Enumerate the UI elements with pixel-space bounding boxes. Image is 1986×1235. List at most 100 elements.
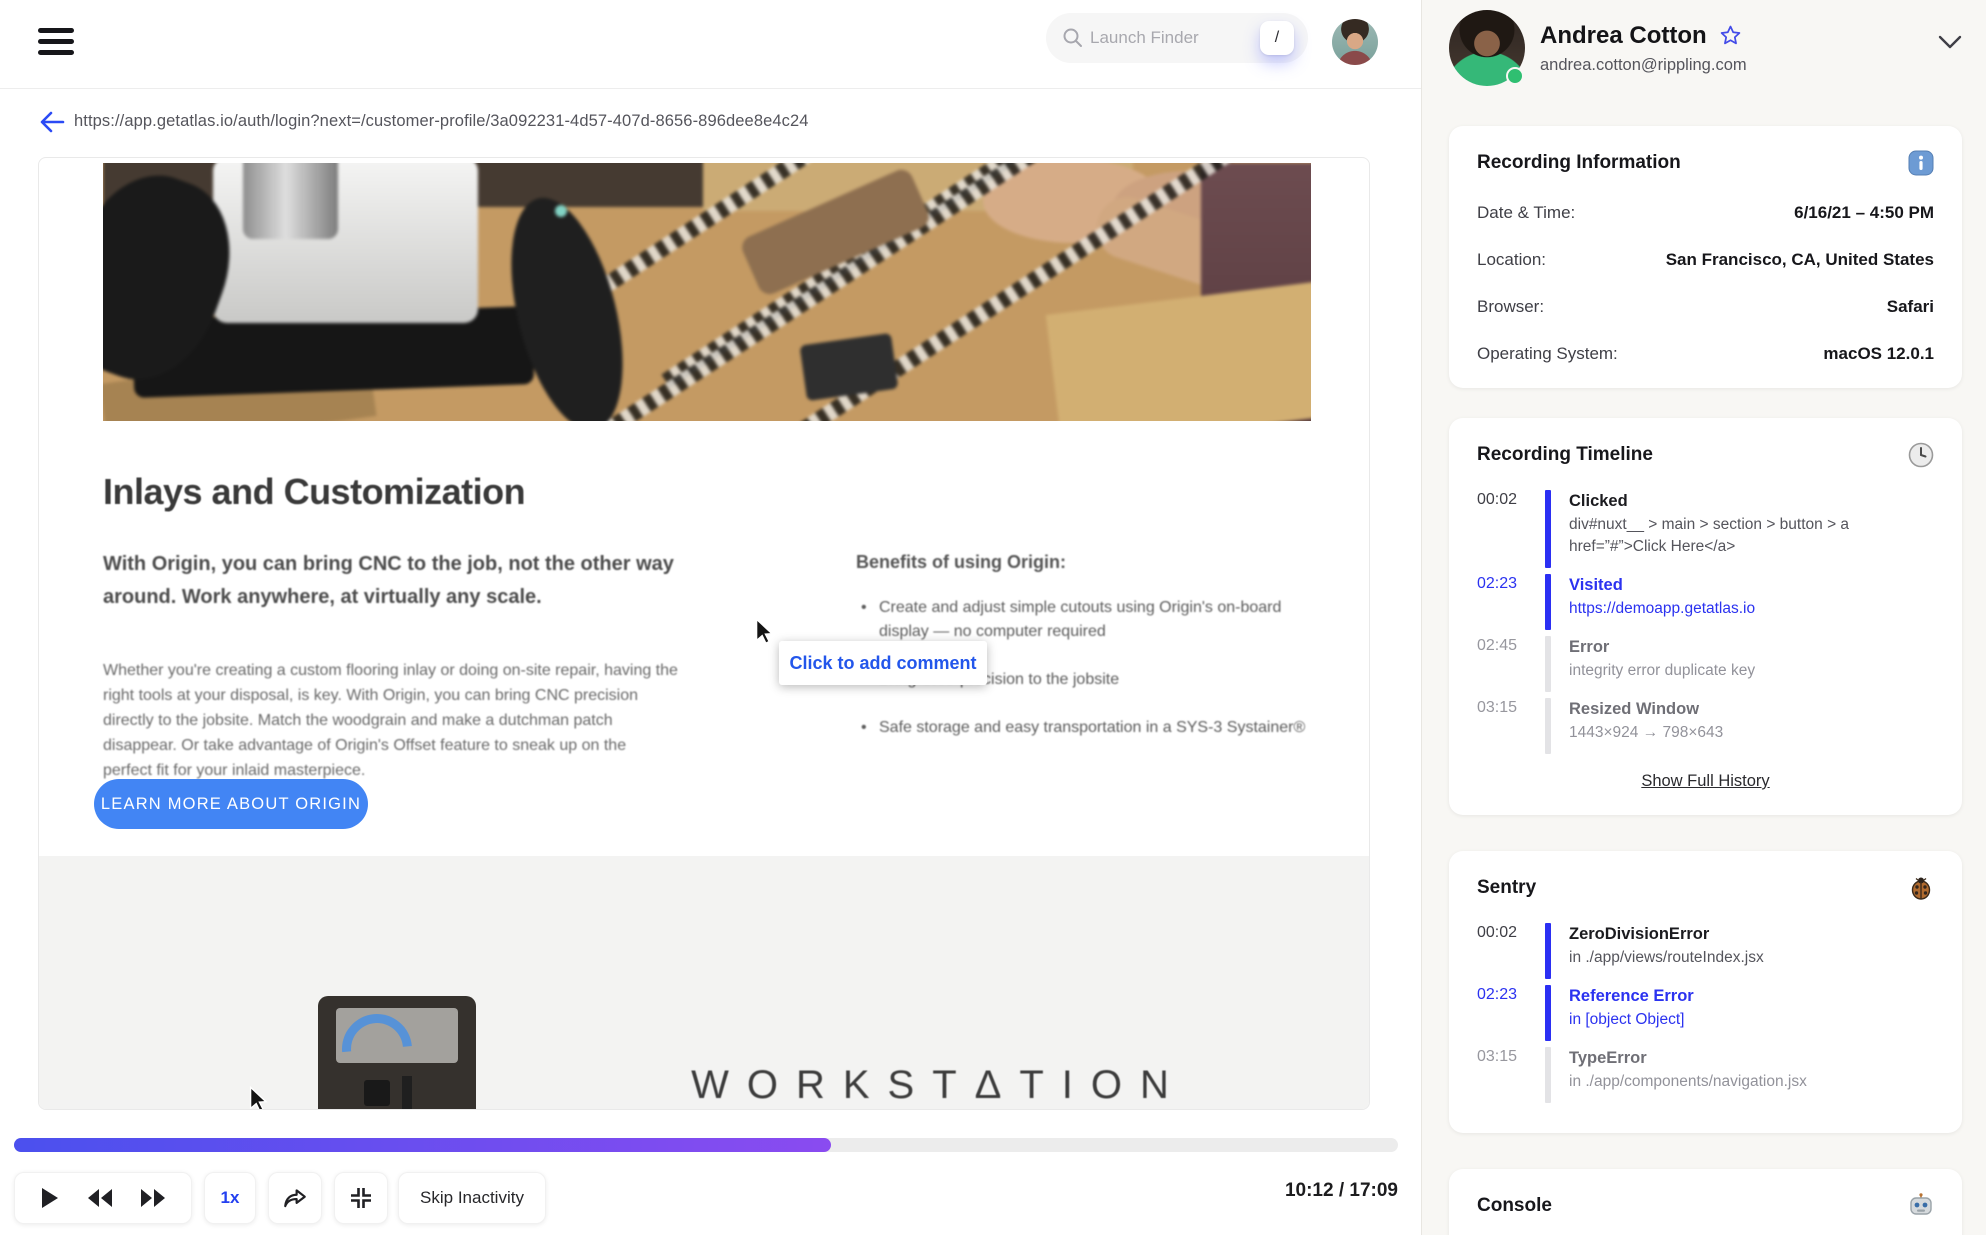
event-desc: integrity error duplicate key — [1569, 662, 1756, 679]
rewind-icon — [88, 1189, 112, 1207]
info-row: Browser: Safari — [1477, 297, 1934, 317]
workstation-logo: WORKSTΔTION — [691, 1063, 1187, 1107]
sentry-event[interactable]: 00:02 ZeroDivisionError in ./app/views/r… — [1477, 923, 1934, 985]
info-value: 6/16/21 – 4:50 PM — [1794, 203, 1934, 222]
play-icon — [42, 1188, 58, 1208]
back-arrow-icon[interactable] — [38, 108, 66, 136]
info-label: Operating System: — [1477, 344, 1618, 363]
slash-shortcut-keycap: / — [1260, 21, 1294, 55]
chevron-down-icon[interactable] — [1936, 34, 1964, 57]
current-user-avatar[interactable] — [1332, 19, 1378, 65]
event-time: 00:02 — [1477, 924, 1518, 941]
transport-controls — [14, 1172, 192, 1224]
search-input[interactable] — [1090, 13, 1250, 63]
collapse-player-button[interactable] — [334, 1172, 388, 1224]
info-row: Date & Time: 6/16/21 – 4:50 PM — [1477, 203, 1934, 223]
replay-viewport[interactable]: Inlays and Customization With Origin, yo… — [38, 157, 1370, 1110]
compress-icon — [351, 1188, 371, 1208]
robot-icon — [1910, 1193, 1932, 1215]
benefit-item: Safe storage and easy transportation in … — [861, 716, 1306, 740]
origin-device-image — [318, 996, 476, 1109]
event-desc: in [object Object] — [1569, 1011, 1685, 1028]
viewer-cursor-icon — [755, 618, 774, 645]
replay-footer-section: WORKSTΔTION — [39, 856, 1369, 1109]
replay-hero-image — [103, 163, 1311, 421]
sentry-event[interactable]: 02:23 Reference Error in [object Object] — [1477, 985, 1934, 1047]
sentry-title: Sentry — [1477, 877, 1537, 898]
sentry-event[interactable]: 03:15 TypeError in ./app/components/navi… — [1477, 1047, 1934, 1109]
replay-page-heading: Inlays and Customization — [103, 471, 526, 512]
sentry-card: Sentry 00:02 ZeroDivisionError in ./app/… — [1449, 851, 1962, 1133]
event-title: ZeroDivisionError — [1569, 925, 1710, 943]
event-desc: 1443×924 → 798×643 — [1569, 724, 1724, 741]
search-icon — [1063, 28, 1082, 47]
info-row: Location: San Francisco, CA, United Stat… — [1477, 250, 1934, 270]
recording-information-title: Recording Information — [1477, 152, 1681, 173]
event-bar — [1545, 698, 1551, 754]
console-card: Console — [1449, 1169, 1962, 1235]
menu-icon[interactable] — [38, 28, 74, 60]
replay-intro-bold: With Origin, you can bring CNC to the jo… — [103, 553, 674, 608]
event-title: Visited — [1569, 576, 1623, 594]
event-time: 03:15 — [1477, 1048, 1518, 1065]
clock-icon — [1908, 442, 1934, 468]
event-title: Resized Window — [1569, 700, 1700, 718]
user-profile-header: Andrea Cotton andrea.cotton@rippling.com — [1422, 0, 1986, 86]
rewind-button[interactable] — [86, 1187, 114, 1209]
learn-more-button: LEARN MORE ABOUT ORIGIN — [94, 779, 368, 829]
recorded-page-url: https://app.getatlas.io/auth/login?next=… — [74, 112, 809, 130]
top-bar: / — [0, 0, 1421, 89]
info-value: San Francisco, CA, United States — [1665, 250, 1934, 269]
info-value: Safari — [1886, 297, 1934, 316]
info-icon — [1908, 150, 1934, 176]
show-full-history-link[interactable]: Show Full History — [1641, 772, 1769, 791]
event-bar — [1545, 574, 1551, 630]
online-status-dot — [1506, 67, 1524, 85]
progress-fill[interactable] — [14, 1138, 831, 1152]
event-desc: div#nuxt__ > main > section > button > a… — [1569, 516, 1850, 555]
visitor-avatar[interactable] — [1449, 10, 1525, 86]
event-bar — [1545, 923, 1551, 979]
replay-intro-body: Whether you're creating a custom floorin… — [103, 662, 678, 779]
add-comment-tooltip: Click to add comment — [779, 641, 987, 685]
event-title: Error — [1569, 638, 1610, 656]
event-title: Reference Error — [1569, 987, 1694, 1005]
event-time: 02:45 — [1477, 637, 1518, 654]
share-arrow-icon — [284, 1189, 306, 1208]
playback-speed-button[interactable]: 1x — [204, 1172, 256, 1224]
event-desc: in ./app/views/routeIndex.jsx — [1569, 949, 1764, 966]
info-row: Operating System: macOS 12.0.1 — [1477, 344, 1934, 364]
benefit-item: Create and adjust simple cutouts using O… — [861, 596, 1306, 644]
event-title: TypeError — [1569, 1049, 1647, 1067]
info-label: Location: — [1477, 250, 1546, 269]
event-bar — [1545, 636, 1551, 692]
details-sidebar: Andrea Cotton andrea.cotton@rippling.com… — [1421, 0, 1986, 1235]
replay-benefits-title: Benefits of using Origin: — [856, 552, 1066, 572]
session-replay-app: / https://app.getatlas.io/auth/login?nex… — [0, 0, 1986, 1235]
fast-forward-button[interactable] — [139, 1187, 167, 1209]
recording-timeline-card: Recording Timeline 00:02 Clicked div#nux… — [1449, 418, 1962, 815]
recorded-cursor-icon — [249, 1086, 268, 1109]
event-desc: in ./app/components/navigation.jsx — [1569, 1073, 1807, 1090]
fast-forward-icon — [141, 1189, 165, 1207]
play-button[interactable] — [39, 1186, 61, 1210]
favorite-star-icon[interactable] — [1719, 24, 1742, 47]
event-time: 00:02 — [1477, 491, 1518, 508]
event-desc: https://demoapp.getatlas.io — [1569, 600, 1756, 617]
event-bar — [1545, 490, 1551, 568]
visitor-email: andrea.cotton@rippling.com — [1540, 55, 1747, 74]
skip-inactivity-button[interactable]: Skip Inactivity — [398, 1172, 546, 1224]
info-label: Date & Time: — [1477, 203, 1576, 222]
event-time: 02:23 — [1477, 575, 1518, 592]
share-button[interactable] — [268, 1172, 322, 1224]
console-title: Console — [1477, 1195, 1552, 1216]
event-title: Clicked — [1569, 492, 1628, 510]
info-value: macOS 12.0.1 — [1823, 344, 1934, 363]
playback-progress-track[interactable] — [14, 1138, 1398, 1152]
timeline-event[interactable]: 03:15 Resized Window 1443×924 → 798×643 — [1477, 698, 1934, 760]
launch-finder-search[interactable]: / — [1046, 13, 1308, 63]
timeline-event[interactable]: 02:45 Error integrity error duplicate ke… — [1477, 636, 1934, 698]
bug-icon — [1911, 877, 1931, 900]
timeline-event[interactable]: 00:02 Clicked div#nuxt__ > main > sectio… — [1477, 490, 1934, 574]
timeline-event[interactable]: 02:23 Visited https://demoapp.getatlas.i… — [1477, 574, 1934, 636]
